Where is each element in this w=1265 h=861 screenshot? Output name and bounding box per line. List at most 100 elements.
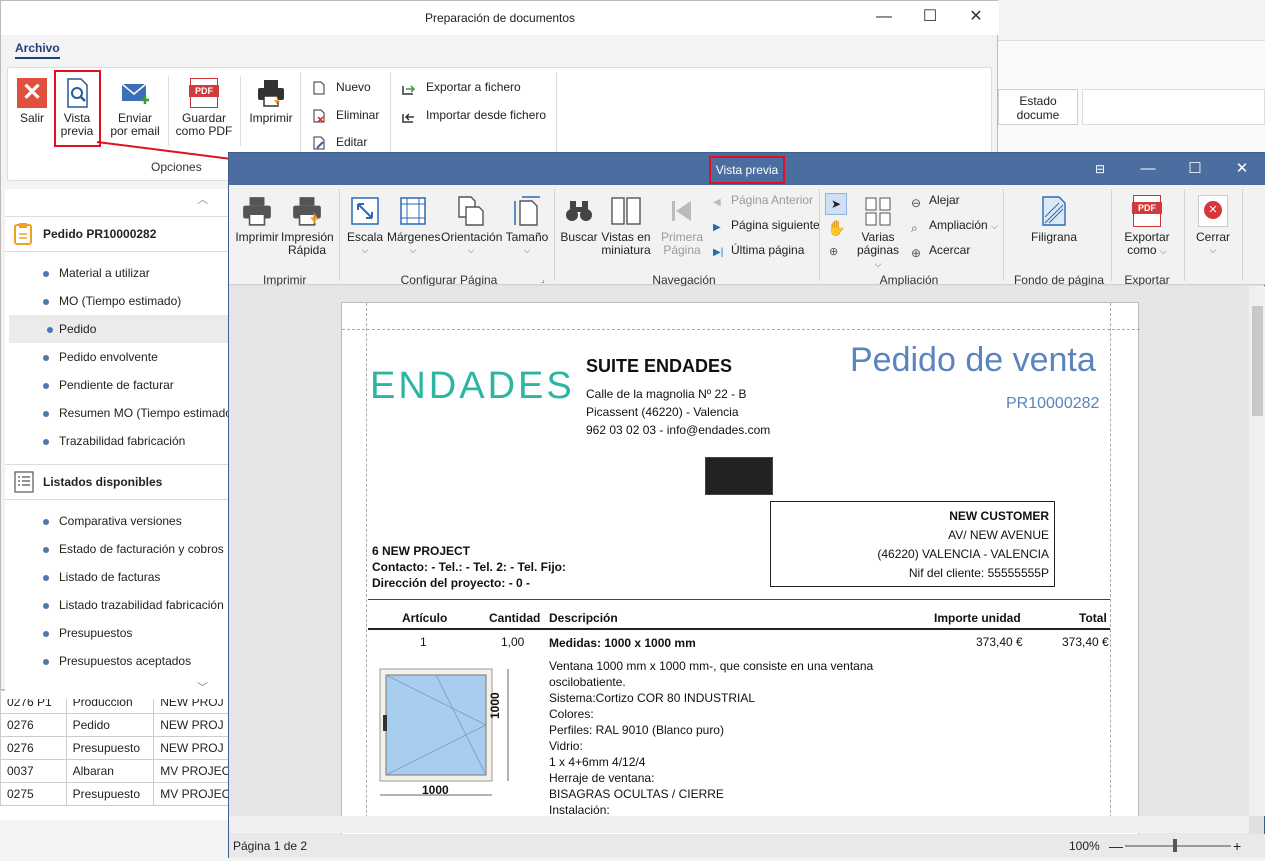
- separator: [1242, 189, 1243, 281]
- table-row[interactable]: 0275 Presupuesto MV PROJEC: [0, 782, 240, 806]
- table-row[interactable]: 0276 Presupuesto NEW PROJ: [0, 736, 240, 760]
- last-page-icon: ▶|: [713, 246, 724, 258]
- hand-tool-icon[interactable]: ✋: [827, 219, 846, 237]
- header-line-2: docume: [1016, 108, 1060, 122]
- list-item[interactable]: Listado trazabilidad fabricación: [43, 591, 233, 619]
- enviar-email-button[interactable]: Enviar por email: [106, 78, 164, 138]
- zoom-slider[interactable]: [1125, 845, 1231, 847]
- vp-minimize-button[interactable]: —: [1125, 153, 1171, 185]
- scroll-thumb[interactable]: [1252, 306, 1263, 416]
- vp-imprimir-button[interactable]: Imprimir: [233, 195, 281, 244]
- list-item[interactable]: Comparativa versiones: [43, 507, 233, 535]
- vp-imprimir-label: Imprimir: [235, 230, 279, 244]
- orientation-icon: [456, 195, 486, 227]
- list-item-label: Pendiente de facturar: [59, 378, 174, 392]
- buscar-button[interactable]: Buscar: [559, 195, 599, 244]
- list-item[interactable]: Resumen MO (Tiempo estimado): [43, 399, 233, 427]
- zoom-icon: ⌕: [911, 220, 918, 235]
- group-ampliacion: Ampliación: [879, 273, 939, 287]
- editar-button[interactable]: Editar: [312, 133, 367, 151]
- horizontal-scrollbar[interactable]: [229, 816, 1249, 833]
- multiple-pages-icon: [863, 195, 893, 227]
- pointer-tool-icon[interactable]: ➤: [825, 193, 847, 215]
- pagina-anterior-button[interactable]: ◀ Página Anterior: [713, 191, 813, 209]
- nuevo-button[interactable]: Nuevo: [312, 78, 371, 96]
- pagina-siguiente-button[interactable]: ▶ Página siguiente: [713, 216, 820, 234]
- exportar-fichero-button[interactable]: Exportar a fichero: [402, 78, 521, 96]
- table-cell: MV PROJEC: [153, 782, 240, 806]
- estado-column-header[interactable]: Estado docume: [998, 89, 1078, 125]
- zoom-tool-icon[interactable]: ⊕: [829, 245, 838, 258]
- eliminar-label: Eliminar: [336, 108, 380, 122]
- zoom-in-button[interactable]: +: [1233, 834, 1241, 858]
- table-row[interactable]: 0276 Pedido NEW PROJ: [0, 713, 240, 737]
- vp-close-button[interactable]: ✕: [1219, 153, 1265, 185]
- list-item[interactable]: Material a utilizar: [43, 259, 233, 287]
- tamano-button[interactable]: Tamaño ⌵: [503, 195, 551, 257]
- ultima-pagina-button[interactable]: ▶| Última página: [713, 241, 804, 259]
- varias-paginas-button[interactable]: Varias páginas ⌵: [855, 195, 901, 271]
- escala-label: Escala: [346, 230, 384, 244]
- vp-maximize-button[interactable]: ☐: [1172, 153, 1218, 185]
- document-page: ENDADES SUITE ENDADES Calle de la magnol…: [341, 302, 1140, 836]
- table-cell: Albaran: [65, 759, 155, 783]
- restore-layout-icon[interactable]: ⊟: [1077, 153, 1123, 185]
- zoom-out-button[interactable]: —: [1109, 834, 1123, 858]
- importar-label: Importar desde fichero: [426, 108, 547, 122]
- line-importe: 373,40 €: [976, 635, 1023, 649]
- list-item[interactable]: Estado de facturación y cobros: [43, 535, 233, 563]
- close-button[interactable]: ✕: [953, 1, 999, 35]
- primera-pagina-button[interactable]: Primera Página: [657, 195, 707, 257]
- tab-archivo[interactable]: Archivo: [15, 41, 60, 59]
- list-item-label: Comparativa versiones: [59, 514, 182, 528]
- scroll-up-icon[interactable]: ︿: [197, 191, 208, 207]
- company-address-1: Calle de la magnolia Nº 22 - B: [586, 387, 747, 401]
- separator: [1003, 189, 1004, 281]
- col-articulo: Artículo: [402, 611, 448, 625]
- eliminar-button[interactable]: Eliminar: [312, 106, 379, 124]
- vp-ribbon: Imprimir Impresión Rápida Imprimir Escal…: [229, 185, 1265, 287]
- exportar-como-button[interactable]: PDF Exportar como ⌵: [1117, 195, 1177, 258]
- list-item[interactable]: Pendiente de facturar: [43, 371, 233, 399]
- margenes-button[interactable]: Márgenes ⌵: [387, 195, 440, 257]
- col-descripcion: Descripción: [549, 611, 618, 625]
- customer-nif: Nif del cliente: 55555555P: [908, 566, 1049, 580]
- list-item[interactable]: MO (Tiempo estimado): [43, 287, 233, 315]
- salir-button[interactable]: ✕ Salir: [12, 78, 52, 125]
- vistas-miniatura-button[interactable]: Vistas en miniatura: [601, 195, 651, 257]
- description-line: BISAGRAS OCULTAS / CIERRE: [549, 787, 724, 801]
- list-item[interactable]: Listado de facturas: [43, 563, 233, 591]
- list-item[interactable]: Pedido envolvente: [43, 343, 233, 371]
- exportar-label: Exportar a fichero: [426, 80, 521, 94]
- page-indicator: Página 1 de 2: [233, 839, 308, 853]
- pdf-export-icon: PDF: [1132, 195, 1162, 227]
- acercar-button[interactable]: ⊕ Acercar: [911, 241, 970, 260]
- list-item[interactable]: Trazabilidad fabricación: [43, 427, 233, 455]
- zoom-in-icon: ⊕: [911, 245, 922, 260]
- minimize-button[interactable]: —: [861, 1, 907, 35]
- orientacion-button[interactable]: Orientación ⌵: [441, 195, 502, 257]
- imprimir-button[interactable]: Imprimir: [246, 78, 296, 125]
- list-item[interactable]: Pedido: [9, 315, 235, 343]
- list-icon: [13, 470, 35, 494]
- zoom-slider-thumb[interactable]: [1173, 839, 1177, 852]
- list-item[interactable]: Presupuestos aceptados: [43, 647, 233, 675]
- table-row[interactable]: 0037 Albaran MV PROJEC: [0, 759, 240, 783]
- ampliacion-dropdown[interactable]: ⌕ Ampliación ⌵: [911, 216, 998, 235]
- enviar-label-2: por email: [110, 124, 160, 138]
- scroll-down-icon[interactable]: ﹀: [197, 679, 208, 695]
- guardar-pdf-button[interactable]: PDF Guardar como PDF: [174, 78, 234, 138]
- escala-button[interactable]: Escala ⌵: [343, 195, 387, 257]
- quick-print-icon: [291, 195, 323, 227]
- filigrana-button[interactable]: Filigrana: [1019, 195, 1089, 244]
- description-line: oscilobatiente.: [549, 675, 626, 689]
- impresion-rapida-button[interactable]: Impresión Rápida: [281, 195, 334, 257]
- alejar-button[interactable]: ⊖ Alejar: [911, 191, 960, 210]
- list-item[interactable]: Presupuestos: [43, 619, 233, 647]
- nuevo-label: Nuevo: [336, 80, 371, 94]
- dialog-launcher-icon[interactable]: ⌟: [541, 275, 545, 284]
- cerrar-button[interactable]: ✕ Cerrar ⌵: [1191, 195, 1235, 257]
- maximize-button[interactable]: ☐: [907, 1, 953, 35]
- importar-fichero-button[interactable]: Importar desde fichero: [402, 106, 546, 124]
- vertical-scrollbar[interactable]: [1249, 286, 1265, 816]
